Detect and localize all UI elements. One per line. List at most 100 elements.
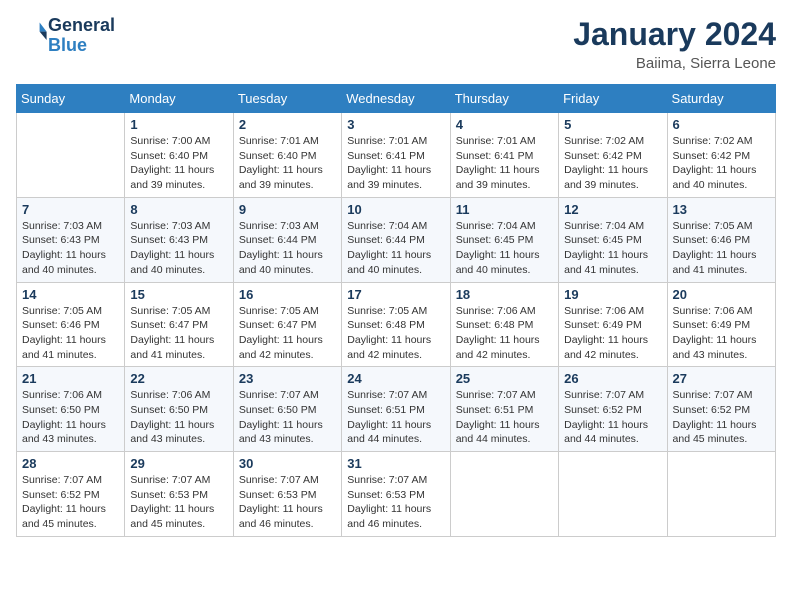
day-info: Sunrise: 7:07 AMSunset: 6:53 PMDaylight:… <box>239 473 336 532</box>
day-number: 29 <box>130 456 227 471</box>
day-info: Sunrise: 7:07 AMSunset: 6:51 PMDaylight:… <box>456 388 553 447</box>
calendar-cell: 26 Sunrise: 7:07 AMSunset: 6:52 PMDayligh… <box>559 367 667 452</box>
logo-line2: Blue <box>48 36 115 56</box>
calendar-cell: 13Sunrise: 7:05 AMSunset: 6:46 PMDayligh… <box>667 197 775 282</box>
day-number: 16 <box>239 287 336 302</box>
day-number: 9 <box>239 202 336 217</box>
logo: General Blue <box>16 16 115 56</box>
calendar-week-row: 21 Sunrise: 7:06 AMSunset: 6:50 PMDayligh… <box>17 367 776 452</box>
day-number: 10 <box>347 202 444 217</box>
day-number: 17 <box>347 287 444 302</box>
calendar-cell: 24 Sunrise: 7:07 AMSunset: 6:51 PMDayligh… <box>342 367 450 452</box>
calendar-cell: 1Sunrise: 7:00 AMSunset: 6:40 PMDaylight… <box>125 113 233 198</box>
day-info: Sunrise: 7:07 AMSunset: 6:51 PMDaylight:… <box>347 388 444 447</box>
calendar-cell: 15 Sunrise: 7:05 AMSunset: 6:47 PMDayligh… <box>125 282 233 367</box>
day-info: Sunrise: 7:07 AMSunset: 6:53 PMDaylight:… <box>130 473 227 532</box>
calendar-week-row: 28 Sunrise: 7:07 AMSunset: 6:52 PMDayligh… <box>17 452 776 537</box>
day-number: 1 <box>130 117 227 132</box>
day-info: Sunrise: 7:04 AMSunset: 6:45 PMDaylight:… <box>456 219 553 278</box>
calendar-week-row: 7 Sunrise: 7:03 AMSunset: 6:43 PMDaylight… <box>17 197 776 282</box>
day-info: Sunrise: 7:01 AMSunset: 6:41 PMDaylight:… <box>347 134 444 193</box>
calendar-cell: 9 Sunrise: 7:03 AMSunset: 6:44 PMDaylight… <box>233 197 341 282</box>
day-number: 5 <box>564 117 661 132</box>
weekday-header-thursday: Thursday <box>450 85 558 113</box>
day-number: 26 <box>564 371 661 386</box>
day-info: Sunrise: 7:03 AMSunset: 6:43 PMDaylight:… <box>22 219 119 278</box>
day-info: Sunrise: 7:03 AMSunset: 6:44 PMDaylight:… <box>239 219 336 278</box>
logo-line1: General <box>48 16 115 36</box>
day-info: Sunrise: 7:05 AMSunset: 6:47 PMDaylight:… <box>239 304 336 363</box>
day-number: 28 <box>22 456 119 471</box>
calendar-cell: 10 Sunrise: 7:04 AMSunset: 6:44 PMDayligh… <box>342 197 450 282</box>
day-number: 20 <box>673 287 770 302</box>
day-info: Sunrise: 7:07 AMSunset: 6:50 PMDaylight:… <box>239 388 336 447</box>
day-number: 25 <box>456 371 553 386</box>
calendar-cell: 7 Sunrise: 7:03 AMSunset: 6:43 PMDaylight… <box>17 197 125 282</box>
day-number: 3 <box>347 117 444 132</box>
calendar-cell <box>450 452 558 537</box>
calendar-cell: 27 Sunrise: 7:07 AMSunset: 6:52 PMDayligh… <box>667 367 775 452</box>
day-info: Sunrise: 7:06 AMSunset: 6:50 PMDaylight:… <box>130 388 227 447</box>
day-info: Sunrise: 7:02 AMSunset: 6:42 PMDaylight:… <box>673 134 770 193</box>
day-info: Sunrise: 7:01 AMSunset: 6:41 PMDaylight:… <box>456 134 553 193</box>
day-number: 4 <box>456 117 553 132</box>
calendar-cell: 3 Sunrise: 7:01 AMSunset: 6:41 PMDaylight… <box>342 113 450 198</box>
day-number: 6 <box>673 117 770 132</box>
day-number: 19 <box>564 287 661 302</box>
day-number: 2 <box>239 117 336 132</box>
month-title: January 2024 <box>573 16 776 53</box>
day-info: Sunrise: 7:07 AMSunset: 6:52 PMDaylight:… <box>22 473 119 532</box>
day-number: 7 <box>22 202 119 217</box>
calendar-cell: 31Sunrise: 7:07 AMSunset: 6:53 PMDayligh… <box>342 452 450 537</box>
calendar-week-row: 1Sunrise: 7:00 AMSunset: 6:40 PMDaylight… <box>17 113 776 198</box>
day-number: 22 <box>130 371 227 386</box>
day-info: Sunrise: 7:05 AMSunset: 6:48 PMDaylight:… <box>347 304 444 363</box>
day-number: 30 <box>239 456 336 471</box>
calendar-cell: 20Sunrise: 7:06 AMSunset: 6:49 PMDayligh… <box>667 282 775 367</box>
day-info: Sunrise: 7:04 AMSunset: 6:45 PMDaylight:… <box>564 219 661 278</box>
day-info: Sunrise: 7:07 AMSunset: 6:52 PMDaylight:… <box>564 388 661 447</box>
title-block: January 2024 Baiima, Sierra Leone <box>573 16 776 72</box>
day-info: Sunrise: 7:06 AMSunset: 6:48 PMDaylight:… <box>456 304 553 363</box>
calendar-cell: 28 Sunrise: 7:07 AMSunset: 6:52 PMDayligh… <box>17 452 125 537</box>
weekday-header-monday: Monday <box>125 85 233 113</box>
day-info: Sunrise: 7:07 AMSunset: 6:52 PMDaylight:… <box>673 388 770 447</box>
calendar-cell <box>667 452 775 537</box>
calendar-cell: 29 Sunrise: 7:07 AMSunset: 6:53 PMDayligh… <box>125 452 233 537</box>
weekday-header-row: SundayMondayTuesdayWednesdayThursdayFrid… <box>17 85 776 113</box>
calendar-cell: 23 Sunrise: 7:07 AMSunset: 6:50 PMDayligh… <box>233 367 341 452</box>
calendar-cell: 22 Sunrise: 7:06 AMSunset: 6:50 PMDayligh… <box>125 367 233 452</box>
weekday-header-saturday: Saturday <box>667 85 775 113</box>
day-info: Sunrise: 7:06 AMSunset: 6:50 PMDaylight:… <box>22 388 119 447</box>
day-number: 11 <box>456 202 553 217</box>
day-number: 31 <box>347 456 444 471</box>
day-info: Sunrise: 7:05 AMSunset: 6:47 PMDaylight:… <box>130 304 227 363</box>
day-info: Sunrise: 7:01 AMSunset: 6:40 PMDaylight:… <box>239 134 336 193</box>
calendar-cell: 25 Sunrise: 7:07 AMSunset: 6:51 PMDayligh… <box>450 367 558 452</box>
day-info: Sunrise: 7:04 AMSunset: 6:44 PMDaylight:… <box>347 219 444 278</box>
calendar-cell: 21 Sunrise: 7:06 AMSunset: 6:50 PMDayligh… <box>17 367 125 452</box>
day-info: Sunrise: 7:05 AMSunset: 6:46 PMDaylight:… <box>22 304 119 363</box>
day-info: Sunrise: 7:06 AMSunset: 6:49 PMDaylight:… <box>564 304 661 363</box>
calendar-cell: 16 Sunrise: 7:05 AMSunset: 6:47 PMDayligh… <box>233 282 341 367</box>
day-number: 15 <box>130 287 227 302</box>
day-number: 21 <box>22 371 119 386</box>
calendar-cell: 11 Sunrise: 7:04 AMSunset: 6:45 PMDayligh… <box>450 197 558 282</box>
day-number: 24 <box>347 371 444 386</box>
calendar-cell: 18Sunrise: 7:06 AMSunset: 6:48 PMDayligh… <box>450 282 558 367</box>
day-number: 23 <box>239 371 336 386</box>
weekday-header-sunday: Sunday <box>17 85 125 113</box>
day-number: 27 <box>673 371 770 386</box>
calendar-cell: 14Sunrise: 7:05 AMSunset: 6:46 PMDayligh… <box>17 282 125 367</box>
day-info: Sunrise: 7:02 AMSunset: 6:42 PMDaylight:… <box>564 134 661 193</box>
calendar-cell: 5 Sunrise: 7:02 AMSunset: 6:42 PMDaylight… <box>559 113 667 198</box>
calendar-cell: 19 Sunrise: 7:06 AMSunset: 6:49 PMDayligh… <box>559 282 667 367</box>
calendar-cell: 2 Sunrise: 7:01 AMSunset: 6:40 PMDaylight… <box>233 113 341 198</box>
calendar-table: SundayMondayTuesdayWednesdayThursdayFrid… <box>16 84 776 537</box>
day-info: Sunrise: 7:03 AMSunset: 6:43 PMDaylight:… <box>130 219 227 278</box>
day-number: 13 <box>673 202 770 217</box>
calendar-cell: 17 Sunrise: 7:05 AMSunset: 6:48 PMDayligh… <box>342 282 450 367</box>
weekday-header-friday: Friday <box>559 85 667 113</box>
weekday-header-tuesday: Tuesday <box>233 85 341 113</box>
calendar-cell: 6 Sunrise: 7:02 AMSunset: 6:42 PMDaylight… <box>667 113 775 198</box>
